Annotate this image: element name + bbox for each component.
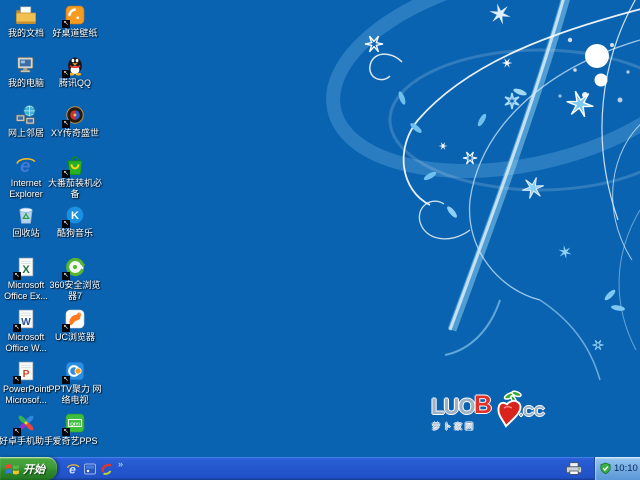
windows-logo-icon <box>5 462 20 476</box>
svg-text:QIYI: QIYI <box>70 421 80 427</box>
shortcut-arrow-badge: ↖ <box>62 428 70 436</box>
ms-powerpoint-icon: P ↖ <box>15 360 37 382</box>
desktop-icon-haozhuodao-wallpaper[interactable]: ↖ 好桌道壁纸 <box>43 4 107 39</box>
ms-excel-icon: X ↖ <box>15 256 37 278</box>
desktop-icon-label: 腾讯QQ <box>59 78 91 89</box>
svg-text:W: W <box>21 317 31 328</box>
desktop-icon-label: Internet Explorer <box>9 178 43 200</box>
watermark-text-luo: LUO <box>431 394 474 420</box>
desktop-surface[interactable]: 我的文档 ↖ 好桌道壁纸 <box>0 0 640 480</box>
desktop-icon-label: 大番茄装机必 备 <box>48 178 102 200</box>
shortcut-arrow-badge: ↖ <box>62 324 70 332</box>
desktop-icon-uc-browser[interactable]: ↖ UC浏览器 <box>43 308 107 343</box>
svg-text:K: K <box>71 210 79 222</box>
desktop-icon-kugou-music[interactable]: K ↖ 酷狗音乐 <box>43 204 107 239</box>
shortcut-arrow-badge: ↖ <box>62 376 70 384</box>
desktop-icon-label: 我的文档 <box>8 28 44 39</box>
desktop-icon-label: 网上邻居 <box>8 128 44 139</box>
shortcut-arrow-badge: ↖ <box>62 20 70 28</box>
haozhuodao-wallpaper-icon: ↖ <box>64 4 86 26</box>
kugou-music-icon: K ↖ <box>64 204 86 226</box>
tomato-essentials-icon: ↖ <box>64 154 86 176</box>
printer-taskbar-button[interactable] <box>561 460 587 477</box>
screen: 我的文档 ↖ 好桌道壁纸 <box>0 0 640 480</box>
pptv-icon: ↖ <box>64 360 86 382</box>
internet-explorer-icon: e <box>15 154 37 176</box>
shortcut-arrow-badge: ↖ <box>62 120 70 128</box>
shortcut-arrow-badge: ↖ <box>13 272 21 280</box>
desktop-icon-pptv[interactable]: ↖ PPTV聚力 网 络电视 <box>43 360 107 406</box>
my-computer-icon <box>15 54 37 76</box>
desktop-icon-label: 我的电脑 <box>8 78 44 89</box>
shortcut-arrow-badge: ↖ <box>62 170 70 178</box>
desktop-icon-tomato-essentials[interactable]: ↖ 大番茄装机必 备 <box>43 154 107 200</box>
desktop-icon-label: UC浏览器 <box>55 332 95 343</box>
luobo-watermark: LUO B .CC 萝卜家园 <box>431 391 561 439</box>
quicklaunch-overflow-chevron[interactable]: » <box>118 460 123 469</box>
desktop-icon-label: PPTV聚力 网 络电视 <box>48 384 101 406</box>
desktop-icon-label: 360安全浏览 器7 <box>49 280 100 302</box>
quicklaunch-internet-explorer-icon[interactable]: e <box>66 462 80 476</box>
system-tray: 10:10 <box>594 457 640 480</box>
desktop-icon-xy-legend-game[interactable]: ↖ XY传奇盛世 <box>43 104 107 139</box>
desktop-icon-label: XY传奇盛世 <box>51 128 99 139</box>
shortcut-arrow-badge: ↖ <box>62 272 70 280</box>
tencent-qq-icon: ↖ <box>64 54 86 76</box>
iqiyi-pps-icon: QIYI ↖ <box>64 412 86 434</box>
svg-text:e: e <box>20 155 30 176</box>
taskbar-clock[interactable]: 10:10 <box>614 463 638 474</box>
shortcut-arrow-badge: ↖ <box>13 376 21 384</box>
watermark-text-cc: .CC <box>519 403 545 420</box>
start-button[interactable]: 开始 <box>0 457 57 480</box>
recycle-bin-icon <box>15 204 37 226</box>
desktop-icon-iqiyi-pps[interactable]: QIYI ↖ 爱奇艺PPS <box>43 412 107 447</box>
watermark-caption: 萝卜家园 <box>432 421 476 432</box>
shortcut-arrow-badge: ↖ <box>13 324 21 332</box>
desktop-icon-label: 回收站 <box>12 228 39 239</box>
360-browser-icon: ↖ <box>64 256 86 278</box>
xy-legend-game-icon: ↖ <box>64 104 86 126</box>
haozhuo-phone-assistant-icon: ↖ <box>15 412 37 434</box>
svg-text:P: P <box>23 369 30 380</box>
start-button-label: 开始 <box>23 461 45 477</box>
shortcut-arrow-badge: ↖ <box>13 428 21 436</box>
svg-text:X: X <box>22 264 30 276</box>
desktop-icon-label: Microsoft Office W... <box>5 332 46 354</box>
desktop-icon-360-browser[interactable]: ↖ 360安全浏览 器7 <box>43 256 107 302</box>
shortcut-arrow-badge: ↖ <box>62 220 70 228</box>
desktop-icon-tencent-qq[interactable]: ↖ 腾讯QQ <box>43 54 107 89</box>
desktop-icon-label: 酷狗音乐 <box>57 228 93 239</box>
uc-browser-icon: ↖ <box>64 308 86 330</box>
quicklaunch-app-window-icon[interactable] <box>83 462 97 476</box>
desktop-icon-label: Microsoft Office Ex... <box>4 280 48 302</box>
quick-launch-bar: e » <box>66 458 123 480</box>
quicklaunch-media-app-icon[interactable] <box>100 462 114 476</box>
taskbar: 开始 e » <box>0 457 640 480</box>
tray-utility-icon[interactable] <box>600 462 611 475</box>
desktop-icon-label: 爱奇艺PPS <box>52 436 97 447</box>
my-documents-icon <box>15 4 37 26</box>
shortcut-arrow-badge: ↖ <box>62 70 70 78</box>
network-places-icon <box>15 104 37 126</box>
ms-word-icon: W ↖ <box>15 308 37 330</box>
desktop-icon-label: 好桌道壁纸 <box>52 28 97 39</box>
printer-icon <box>564 461 584 476</box>
